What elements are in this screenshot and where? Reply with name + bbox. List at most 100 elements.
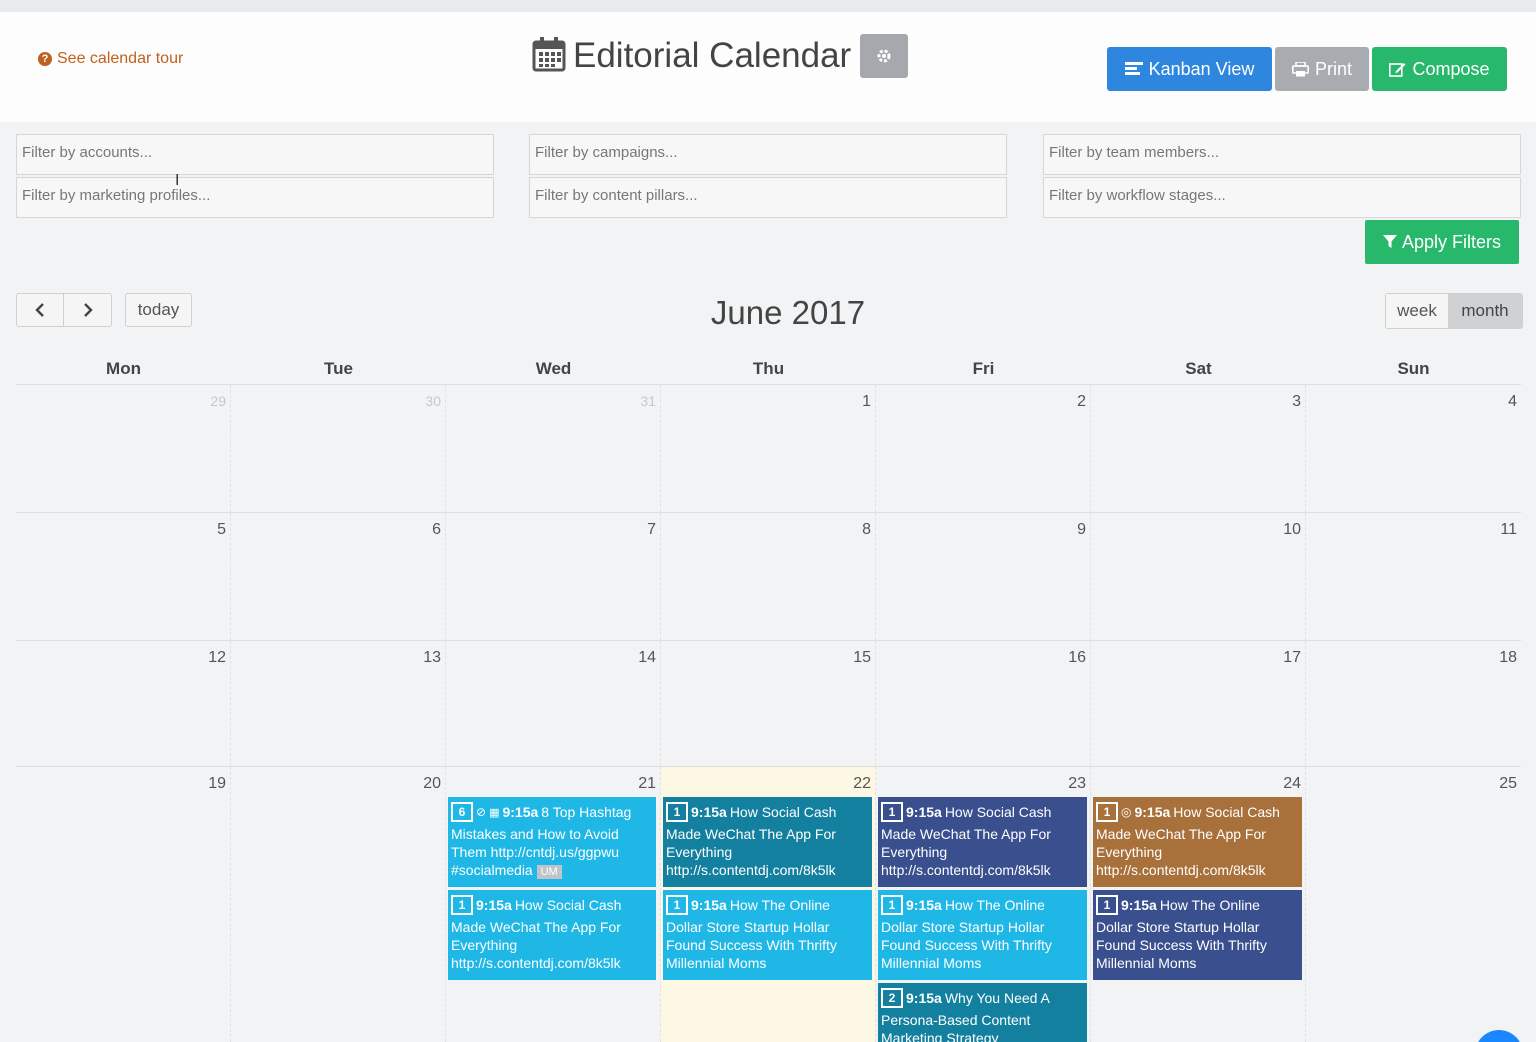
event-time: 9:15a [906,990,942,1006]
day-number: 19 [208,775,226,792]
day-number: 10 [1283,521,1301,538]
calendar-event[interactable]: 6 ⊘ ▦ 9:15a 8 Top Hashtag Mistakes and H… [448,797,656,887]
event-body: Mistakes and How to Avoid Them http://cn… [451,825,653,881]
calendar-icon [532,36,566,77]
day-cell[interactable]: 7 [446,513,661,640]
instagram-icon: ◎ [1121,805,1132,819]
event-time: 9:15a [476,897,512,913]
event-text: Persona-Based Content Marketing Strategy [881,1012,1031,1042]
event-title: How Social Cash [514,897,622,913]
event-header: 2 9:15a Why You Need A [881,988,1084,1008]
calendar-event[interactable]: 1 9:15a How Social Cash Made WeChat The … [878,797,1087,887]
week-row: 29 30 31 1 2 3 4 [16,384,1521,512]
event-count: 1 [666,802,688,822]
event-header: 6 ⊘ ▦ 9:15a 8 Top Hashtag [451,802,653,822]
day-cell[interactable]: 25 [1306,767,1521,1042]
day-cell[interactable]: 18 [1306,641,1521,766]
day-cell[interactable]: 15 [661,641,876,766]
event-title: How Social Cash [729,804,837,820]
compose-button[interactable]: Compose [1372,47,1507,91]
clock-icon: ⊘ [476,805,487,819]
day-number: 1 [862,393,871,410]
calendar-event[interactable]: 2 9:15a Why You Need A Persona-Based Con… [878,983,1087,1042]
filter-content-pillars-input[interactable]: Filter by content pillars... [529,177,1007,218]
event-time: 9:15a [502,804,539,820]
day-number: 24 [1283,775,1301,792]
filter-team-members-input[interactable]: Filter by team members... [1043,134,1521,175]
day-number: 4 [1508,393,1517,410]
calendar-tour-link[interactable]: ? See calendar tour [38,50,183,68]
day-number: 25 [1499,775,1517,792]
day-cell[interactable]: 14 [446,641,661,766]
event-text: Dollar Store Startup Hollar Found Succes… [881,919,1052,971]
day-number: 8 [862,521,871,538]
event-header: 1 9:15a How Social Cash [881,802,1084,822]
filter-accounts-input[interactable]: Filter by accounts... [16,134,494,175]
day-cell[interactable]: 4 [1306,385,1521,512]
event-text: Mistakes and How to Avoid Them http://cn… [451,826,620,878]
apply-filters-button[interactable]: Apply Filters [1365,220,1519,264]
event-count: 1 [1096,802,1118,822]
print-label: Print [1314,58,1352,79]
event-time: 9:15a [906,804,942,820]
day-cell[interactable]: 19 [16,767,231,1042]
calendar-event[interactable]: 1 9:15a How Social Cash Made WeChat The … [448,890,656,980]
day-cell[interactable]: 17 [1091,641,1306,766]
event-time: 9:15a [906,897,942,913]
kanban-view-button[interactable]: Kanban View [1107,47,1272,91]
day-number: 13 [423,649,441,666]
week-view-button[interactable]: week [1386,294,1448,328]
event-time: 9:15a [1121,897,1157,913]
day-number: 14 [638,649,656,666]
day-cell[interactable]: 11 [1306,513,1521,640]
event-header: 1 ◎ 9:15a How Social Cash [1096,802,1299,822]
event-count: 1 [881,802,903,822]
day-cell[interactable]: 3 [1091,385,1306,512]
event-header: 1 9:15a How The Online [1096,895,1299,915]
day-cell[interactable]: 13 [231,641,446,766]
week-row: 19 20 21 22 23 24 25 6 ⊘ ▦ 9:15a 8 Top H… [16,766,1521,1042]
month-view-button[interactable]: month [1448,294,1522,328]
event-text: Dollar Store Startup Hollar Found Succes… [666,919,837,971]
day-cell[interactable]: 2 [876,385,1091,512]
event-title: How The Online [1159,897,1260,913]
dow-wed: Wed [535,359,572,378]
day-cell[interactable]: 31 [446,385,661,512]
day-cell[interactable]: 10 [1091,513,1306,640]
calendar-event[interactable]: 1 ◎ 9:15a How Social Cash Made WeChat Th… [1093,797,1302,887]
filter-workflow-stages-input[interactable]: Filter by workflow stages... [1043,177,1521,218]
filter-marketing-profiles-input[interactable]: Filter by marketing profiles... [16,177,494,218]
event-text: Made WeChat The App For Everything http:… [666,826,836,878]
calendar-event[interactable]: 1 9:15a How Social Cash Made WeChat The … [663,797,872,887]
day-cell[interactable]: 5 [16,513,231,640]
day-cell[interactable]: 30 [231,385,446,512]
day-cell[interactable]: 16 [876,641,1091,766]
dow-sun: Sun [1397,359,1430,378]
title-group: Editorial Calendar [532,34,909,78]
text-cursor-icon: I [175,172,180,189]
calendar-event[interactable]: 1 9:15a How The Online Dollar Store Star… [878,890,1087,980]
filter-campaigns-input[interactable]: Filter by campaigns... [529,134,1007,175]
day-number: 9 [1077,521,1086,538]
dow-tue: Tue [324,359,353,378]
day-cell[interactable]: 29 [16,385,231,512]
calendar-settings-button[interactable] [860,34,909,78]
event-count: 1 [666,895,688,915]
day-number: 5 [217,521,226,538]
day-number: 6 [432,521,441,538]
day-cell[interactable]: 8 [661,513,876,640]
day-of-week-header: Mon Tue Wed Thu Fri Sat Sun [16,354,1521,384]
day-cell[interactable]: 1 [661,385,876,512]
day-number: 29 [210,393,226,409]
filter-icon [1382,235,1397,248]
event-count: 1 [451,895,473,915]
day-number: 31 [640,393,656,409]
calendar-event[interactable]: 1 9:15a How The Online Dollar Store Star… [663,890,872,980]
day-cell[interactable]: 12 [16,641,231,766]
calendar-event[interactable]: 1 9:15a How The Online Dollar Store Star… [1093,890,1302,980]
print-button[interactable]: Print [1275,47,1369,91]
day-cell[interactable]: 6 [231,513,446,640]
day-number: 15 [853,649,871,666]
day-cell[interactable]: 9 [876,513,1091,640]
day-cell[interactable]: 20 [231,767,446,1042]
